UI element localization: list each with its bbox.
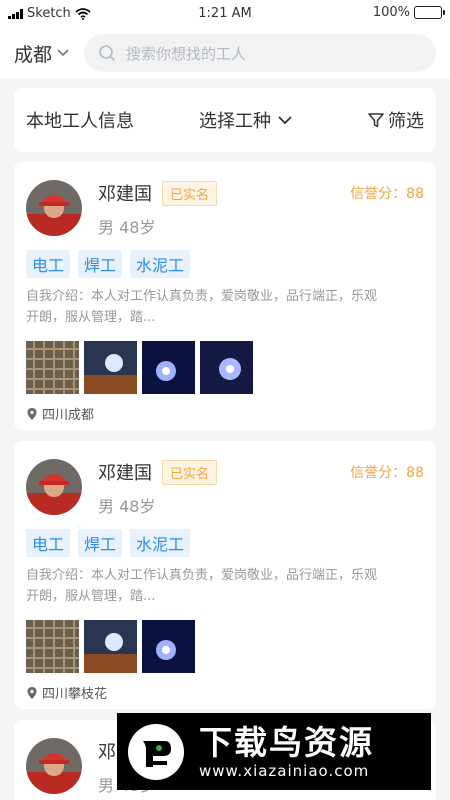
location-label: 四川攀枝花	[42, 687, 108, 702]
skill-tag: 电工	[26, 529, 71, 557]
worker-type-select[interactable]: 选择工种	[199, 107, 293, 133]
credit-score: 信誉分：88	[350, 186, 424, 202]
search-placeholder: 搜索你想找的工人	[126, 44, 247, 63]
skill-tag: 焊工	[78, 529, 123, 557]
skill-tag: 水泥工	[130, 250, 191, 278]
bird-logo-icon	[128, 723, 184, 780]
watermark-url: www.xiazainiao.com	[199, 761, 370, 780]
worker-card[interactable]: 邓建国 已实名 信誉分：88 男 48岁 电工 焊工 水泥工 自我介绍：本人对工…	[14, 441, 436, 709]
worker-name: 邓建国	[98, 463, 152, 484]
work-photos	[26, 341, 424, 394]
work-photo[interactable]	[26, 620, 79, 673]
chevron-down-icon	[278, 116, 292, 125]
location-pin-icon	[27, 686, 37, 699]
gender-age: 男 48岁	[98, 218, 156, 237]
filter-label: 筛选	[388, 111, 424, 132]
credit-score: 信誉分：88	[350, 465, 424, 481]
verified-badge: 已实名	[162, 459, 218, 485]
worker-intro: 自我介绍：本人对工作认真负责，爱岗敬业，品行端正，乐观 开朗，服从管理，踏...	[26, 565, 424, 607]
intro-line: 开朗，服从管理，踏...	[26, 310, 156, 325]
funnel-icon	[368, 113, 384, 128]
verified-badge: 已实名	[162, 180, 218, 206]
location: 四川成都	[26, 404, 424, 423]
intro-line: 开朗，服从管理，踏...	[26, 589, 156, 604]
city-label: 成都	[14, 43, 53, 66]
chevron-down-icon	[57, 49, 69, 57]
work-photo[interactable]	[142, 620, 195, 673]
intro-line: 自我介绍：本人对工作认真负责，爱岗敬业，品行端正，乐观	[26, 568, 378, 583]
avatar	[26, 738, 82, 794]
worker-intro: 自我介绍：本人对工作认真负责，爱岗敬业，品行端正，乐观 开朗，服从管理，踏...	[26, 286, 424, 328]
work-photo[interactable]	[142, 341, 195, 394]
avatar	[26, 180, 82, 236]
filter-title: 本地工人信息	[26, 111, 134, 132]
location: 四川攀枝花	[26, 683, 424, 702]
location-label: 四川成都	[42, 408, 95, 423]
top-bar: 成都 搜索你想找的工人	[0, 28, 450, 78]
work-photo[interactable]	[26, 341, 79, 394]
watermark-banner: 下载鸟资源 www.xiazainiao.com	[117, 713, 431, 790]
skill-tags: 电工 焊工 水泥工	[26, 250, 424, 278]
filter-button[interactable]: 筛选	[367, 107, 424, 133]
filter-bar: 本地工人信息 选择工种 筛选	[14, 88, 436, 152]
location-pin-icon	[27, 407, 37, 420]
status-bar: Sketch 1:21 AM 100%	[0, 0, 450, 28]
skill-tag: 焊工	[78, 250, 123, 278]
work-photo[interactable]	[84, 620, 137, 673]
worker-type-label: 选择工种	[199, 111, 271, 132]
work-photos	[26, 620, 424, 673]
battery-icon	[414, 6, 445, 19]
worker-name: 邓建国	[98, 184, 152, 205]
gender-age: 男 48岁	[98, 497, 156, 516]
work-photo[interactable]	[84, 341, 137, 394]
skill-tags: 电工 焊工 水泥工	[26, 529, 424, 557]
search-input[interactable]: 搜索你想找的工人	[84, 34, 436, 72]
worker-card[interactable]: 邓建国 已实名 信誉分：88 男 48岁 电工 焊工 水泥工 自我介绍：本人对工…	[14, 162, 436, 430]
work-photo[interactable]	[200, 341, 253, 394]
city-selector[interactable]: 成都	[14, 40, 70, 67]
status-right: 100%	[372, 5, 445, 20]
skill-tag: 电工	[26, 250, 71, 278]
skill-tag: 水泥工	[130, 529, 191, 557]
watermark-title: 下载鸟资源	[199, 722, 374, 762]
intro-line: 自我介绍：本人对工作认真负责，爱岗敬业，品行端正，乐观	[26, 289, 378, 304]
search-icon	[99, 45, 116, 62]
avatar	[26, 459, 82, 515]
battery-percent: 100%	[372, 5, 410, 20]
